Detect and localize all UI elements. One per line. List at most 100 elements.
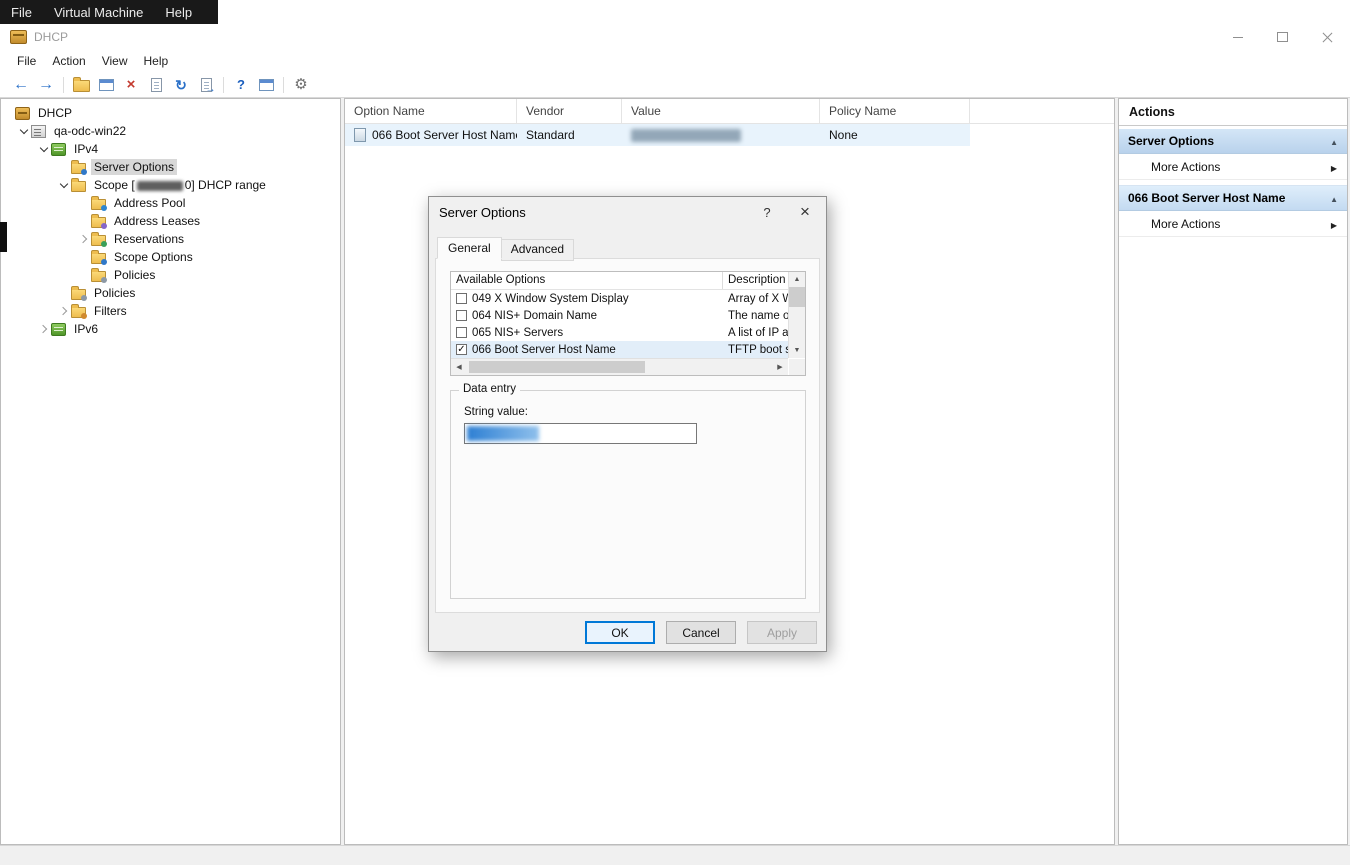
help-icon[interactable]: ?: [229, 74, 253, 96]
delete-icon[interactable]: ×: [119, 74, 143, 96]
minimize-button[interactable]: [1215, 24, 1260, 50]
tree-item-dhcp-root[interactable]: DHCP: [1, 104, 340, 122]
vm-menu-virtual-machine[interactable]: Virtual Machine: [43, 0, 154, 24]
more-actions-server-options[interactable]: More Actions: [1119, 154, 1347, 180]
minimize-icon: [1233, 37, 1243, 38]
tree-expander-reservations[interactable]: [77, 232, 91, 246]
option-checkbox-049[interactable]: [456, 293, 467, 304]
chevron-right-icon: [39, 325, 47, 333]
tree-item-ipv4[interactable]: IPv4: [1, 140, 340, 158]
tree-item-policies[interactable]: Policies: [1, 284, 340, 302]
properties-icon[interactable]: [94, 74, 118, 96]
column-header-policy-name[interactable]: Policy Name: [820, 99, 970, 123]
scroll-up-icon[interactable]: [789, 272, 805, 287]
menu-view[interactable]: View: [94, 51, 136, 71]
refresh-icon[interactable]: ↻: [169, 74, 193, 96]
dialog-close-button[interactable]: ×: [784, 197, 826, 227]
data-entry-group: Data entry String value:: [450, 390, 806, 599]
tree-item-label: Reservations: [111, 231, 187, 247]
tree-item-address-leases[interactable]: Address Leases: [1, 212, 340, 230]
horizontal-scrollbar-thumb[interactable]: [469, 361, 645, 373]
tree-item-reservations[interactable]: Reservations: [1, 230, 340, 248]
column-header-option-name[interactable]: Option Name: [345, 99, 517, 123]
vm-menu-help[interactable]: Help: [154, 0, 203, 24]
option-checkbox-064[interactable]: [456, 310, 467, 321]
close-button[interactable]: [1305, 24, 1350, 50]
vm-side-handle[interactable]: [0, 222, 7, 252]
dialog-title-bar[interactable]: Server Options ? ×: [429, 197, 826, 227]
tab-general[interactable]: General: [437, 237, 502, 259]
tree-expander-filters[interactable]: [57, 304, 71, 318]
menu-action[interactable]: Action: [44, 51, 93, 71]
dialog-help-button[interactable]: ?: [750, 197, 784, 227]
scroll-right-icon[interactable]: [772, 363, 788, 371]
tab-advanced[interactable]: Advanced: [501, 239, 574, 261]
dialog-controls: ? ×: [750, 197, 826, 227]
scroll-down-icon[interactable]: [789, 343, 805, 358]
maximize-button[interactable]: [1260, 24, 1305, 50]
option-file-icon: [354, 128, 366, 142]
option-name-cell: 066 Boot Server Host Name: [372, 128, 517, 142]
column-header-value[interactable]: Value: [622, 99, 820, 123]
tree-item-scope[interactable]: Scope [0] DHCP range: [1, 176, 340, 194]
options-column-available-options[interactable]: Available Options: [451, 272, 723, 289]
cancel-button[interactable]: Cancel: [666, 621, 736, 644]
tree-item-server-options[interactable]: Server Options: [1, 158, 340, 176]
tree-item-scope-policies[interactable]: Policies: [1, 266, 340, 284]
vertical-scrollbar-track[interactable]: [789, 307, 805, 343]
tree-expander-ipv6[interactable]: [37, 322, 51, 336]
option-row-064[interactable]: 064 NIS+ Domain NameThe name o: [451, 307, 788, 324]
group-label: Data entry: [459, 383, 520, 395]
folder-icon: [71, 181, 86, 192]
tree-item-ipv6[interactable]: IPv6: [1, 320, 340, 338]
option-row-065[interactable]: 065 NIS+ ServersA list of IP a: [451, 324, 788, 341]
list-row-066-boot-server-host-name[interactable]: 066 Boot Server Host NameStandardNone: [345, 124, 970, 146]
menu-help[interactable]: Help: [136, 51, 177, 71]
action-section-server-options[interactable]: Server Options: [1119, 129, 1347, 154]
tree-item-label: Scope Options: [111, 249, 196, 265]
horizontal-scrollbar[interactable]: [451, 358, 788, 375]
submenu-arrow-icon: [1331, 217, 1337, 231]
menu-bar: FileActionViewHelp: [0, 50, 1350, 72]
tree-item-server-qa-odc-win22[interactable]: qa-odc-win22: [1, 122, 340, 140]
address-pool-icon: [91, 199, 106, 210]
title-bar[interactable]: DHCP: [0, 24, 1350, 50]
column-header-vendor[interactable]: Vendor: [517, 99, 622, 123]
export-list-icon[interactable]: [144, 74, 168, 96]
vm-menu-file[interactable]: File: [0, 0, 43, 24]
tree-item-scope-options[interactable]: Scope Options: [1, 248, 340, 266]
new-window-icon[interactable]: [254, 74, 278, 96]
collapse-icon[interactable]: [1330, 191, 1338, 205]
scroll-left-icon[interactable]: [451, 363, 467, 371]
export-icon[interactable]: →: [194, 74, 218, 96]
option-checkbox-065[interactable]: [456, 327, 467, 338]
tree-item-label: Scope [0] DHCP range: [91, 177, 269, 193]
tree-item-label: Server Options: [91, 159, 177, 175]
apply-button[interactable]: Apply: [747, 621, 817, 644]
more-actions-066-boot-server-host-name[interactable]: More Actions: [1119, 211, 1347, 237]
ipv4-icon: [51, 143, 66, 156]
string-value-input[interactable]: [464, 423, 697, 444]
policies-icon: [91, 271, 106, 282]
back-icon[interactable]: ←: [9, 74, 33, 96]
actions-pane-title: Actions: [1119, 99, 1347, 126]
menu-file[interactable]: File: [9, 51, 44, 71]
tree-item-address-pool[interactable]: Address Pool: [1, 194, 340, 212]
policy-name-cell: None: [829, 128, 858, 142]
tree-item-filters[interactable]: Filters: [1, 302, 340, 320]
option-row-066[interactable]: ✓066 Boot Server Host NameTFTP boot s: [451, 341, 788, 358]
tree-expander-server-qa-odc-win22[interactable]: [17, 124, 31, 138]
collapse-icon[interactable]: [1330, 134, 1338, 148]
ok-button[interactable]: OK: [585, 621, 655, 644]
options-column-description[interactable]: Description: [723, 272, 788, 289]
forward-icon[interactable]: →: [34, 74, 58, 96]
action-section-066-boot-server-host-name[interactable]: 066 Boot Server Host Name: [1119, 185, 1347, 211]
show-console-tree-icon[interactable]: [69, 74, 93, 96]
tree-expander-ipv4[interactable]: [37, 142, 51, 156]
tree-expander-scope[interactable]: [57, 178, 71, 192]
option-checkbox-066[interactable]: ✓: [456, 344, 467, 355]
vertical-scrollbar[interactable]: [788, 272, 805, 358]
vertical-scrollbar-thumb[interactable]: [789, 287, 805, 307]
services-icon[interactable]: ⚙: [289, 74, 313, 96]
option-row-049[interactable]: 049 X Window System DisplayArray of X W: [451, 290, 788, 307]
